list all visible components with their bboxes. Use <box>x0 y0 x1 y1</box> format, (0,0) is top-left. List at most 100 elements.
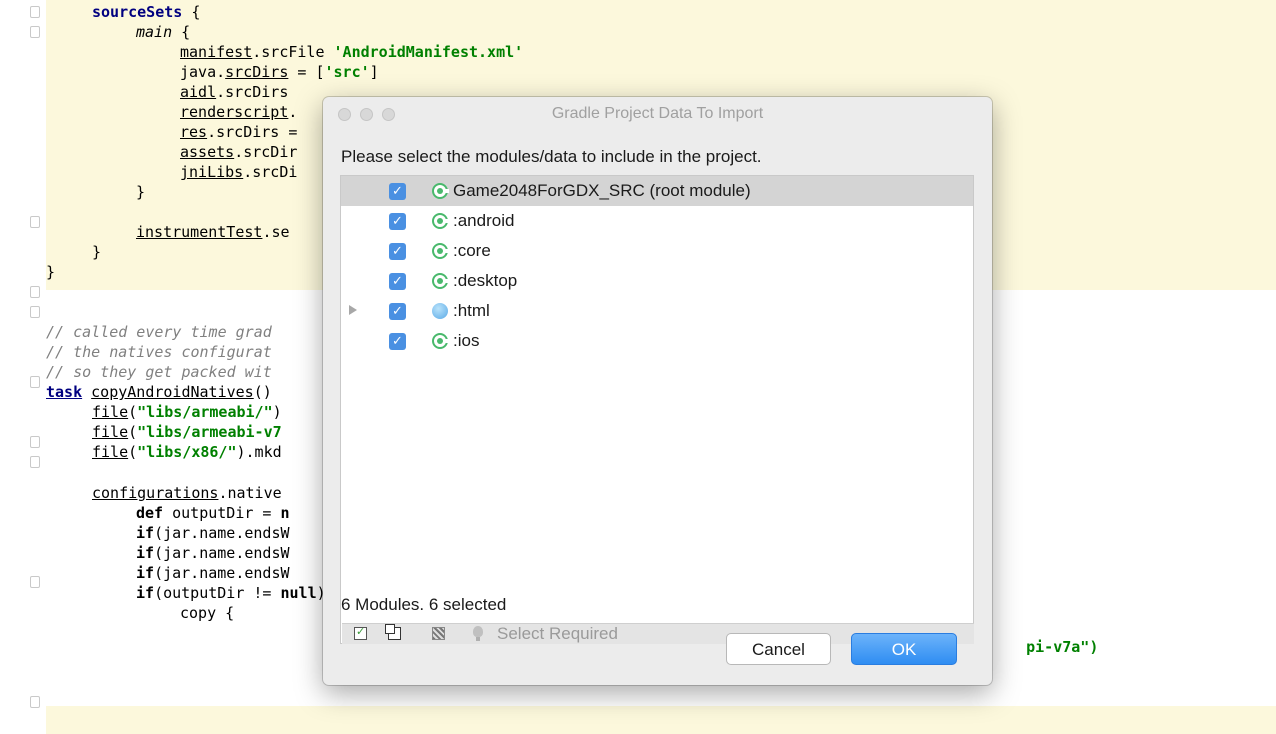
fold-marker-icon[interactable] <box>30 436 40 448</box>
code-line: if(jar.name.endsW <box>136 563 290 583</box>
module-checkbox[interactable]: ✓ <box>389 273 406 290</box>
code-token: .srcDir <box>234 143 298 161</box>
code-token: aidl <box>180 83 217 101</box>
fold-marker-icon[interactable] <box>30 376 40 388</box>
globe-icon <box>432 303 448 319</box>
code-line: if(jar.name.endsW <box>136 543 290 563</box>
module-label: :ios <box>453 331 480 350</box>
code-token: } <box>46 263 56 281</box>
code-token: instrumentTest <box>136 223 263 241</box>
code-token: file <box>92 423 129 441</box>
import-dialog: Gradle Project Data To Import Please sel… <box>323 97 992 685</box>
code-token: srcDirs <box>225 63 289 81</box>
select-required-button[interactable]: Select Required <box>497 624 618 644</box>
code-line: // so they get packed wit <box>46 362 272 382</box>
module-row[interactable]: ✓ :core <box>341 236 973 266</box>
fold-marker-icon[interactable] <box>30 576 40 588</box>
fold-marker-icon[interactable] <box>30 26 40 38</box>
code-token: def <box>136 504 164 522</box>
module-row[interactable]: ✓ :desktop <box>341 266 973 296</box>
select-all-icon[interactable] <box>354 625 367 640</box>
code-line: } <box>92 242 101 262</box>
string-fragment: pi-v7a") <box>1026 638 1099 656</box>
code-token: .se <box>262 223 290 241</box>
fold-marker-icon[interactable] <box>30 216 40 228</box>
code-token: "libs/armeabi-v7 <box>137 423 282 441</box>
code-line: assets.srcDir <box>180 142 297 162</box>
code-token: // so they get packed wit <box>46 363 272 381</box>
code-line: } <box>46 262 55 282</box>
code-token: ( <box>128 403 138 421</box>
module-icon <box>432 243 449 259</box>
code-token: file <box>92 443 129 461</box>
module-icon <box>432 213 449 229</box>
code-token: ).mkd <box>236 443 282 461</box>
module-checkbox[interactable]: ✓ <box>389 213 406 230</box>
code-line: copy { <box>180 603 234 623</box>
code-token: if <box>136 544 155 562</box>
module-icon-gap <box>444 189 449 193</box>
code-token: outputDir = <box>163 504 281 522</box>
module-label: :core <box>453 241 491 260</box>
code-line: if(outputDir != null) { <box>136 583 344 603</box>
code-token: if <box>136 524 155 542</box>
code-token: ( <box>128 443 138 461</box>
module-row[interactable]: ✓ Game2048ForGDX_SRC (root module) <box>341 176 973 206</box>
code-line: if(jar.name.endsW <box>136 523 290 543</box>
code-token: if <box>136 584 155 602</box>
code-token: null <box>280 584 317 602</box>
code-token: ( <box>128 423 138 441</box>
module-checkbox[interactable]: ✓ <box>389 333 406 350</box>
module-checkbox[interactable]: ✓ <box>389 183 406 200</box>
fold-marker-icon[interactable] <box>30 696 40 708</box>
code-line: } <box>136 182 145 202</box>
code-line: manifest.srcFile 'AndroidManifest.xml' <box>180 42 523 62</box>
code-token: ) <box>272 403 282 421</box>
code-line: file("libs/armeabi-v7 <box>92 422 282 442</box>
fold-marker-icon[interactable] <box>30 6 40 18</box>
code-line: task copyAndroidNatives() <box>46 382 272 402</box>
module-icon-gap <box>444 339 449 343</box>
module-icon-gap <box>444 219 449 223</box>
code-token: jniLibs <box>180 163 244 181</box>
code-token: configurations <box>92 484 219 502</box>
module-tree[interactable]: ✓ Game2048ForGDX_SRC (root module) ✓ :andro… <box>340 175 974 644</box>
code-token: (jar.name.endsW <box>154 524 290 542</box>
code-token: assets <box>180 143 235 161</box>
code-token: renderscript <box>180 103 289 121</box>
code-token: .native <box>218 484 282 502</box>
module-checkbox[interactable]: ✓ <box>389 243 406 260</box>
module-row[interactable]: ✓:html <box>341 296 973 326</box>
fold-marker-icon[interactable] <box>30 306 40 318</box>
expand-arrow-icon[interactable] <box>349 305 357 315</box>
fold-marker-icon[interactable] <box>30 456 40 468</box>
code-token: // the natives configurat <box>46 343 272 361</box>
module-icon-gap <box>444 249 449 253</box>
invert-selection-icon[interactable] <box>432 627 445 640</box>
code-token: (outputDir != <box>154 584 281 602</box>
module-row[interactable]: ✓ :ios <box>341 326 973 356</box>
code-token: // called every time grad <box>46 323 272 341</box>
code-token: () <box>253 383 272 401</box>
unselect-all-icon[interactable] <box>385 624 401 640</box>
module-icon-gap <box>444 279 449 283</box>
code-line: configurations.native <box>92 483 282 503</box>
module-checkbox[interactable]: ✓ <box>389 303 406 320</box>
code-token: task <box>46 383 83 401</box>
code-line: instrumentTest.se <box>136 222 290 242</box>
module-icon <box>432 183 449 199</box>
module-label: :desktop <box>453 271 518 290</box>
code-line: renderscript. <box>180 102 297 122</box>
fold-marker-icon[interactable] <box>30 286 40 298</box>
code-line: file("libs/armeabi/") <box>92 402 282 422</box>
module-label: :android <box>453 211 515 230</box>
code-fragment-right: pi-v7a") <box>990 617 1098 656</box>
module-label: Game2048ForGDX_SRC (root module) <box>453 181 751 200</box>
ok-button[interactable]: OK <box>851 633 957 665</box>
cancel-button[interactable]: Cancel <box>726 633 831 665</box>
code-token: .srcDirs = <box>207 123 298 141</box>
code-token: if <box>136 564 155 582</box>
module-row[interactable]: ✓ :android <box>341 206 973 236</box>
code-token: main <box>136 23 173 41</box>
